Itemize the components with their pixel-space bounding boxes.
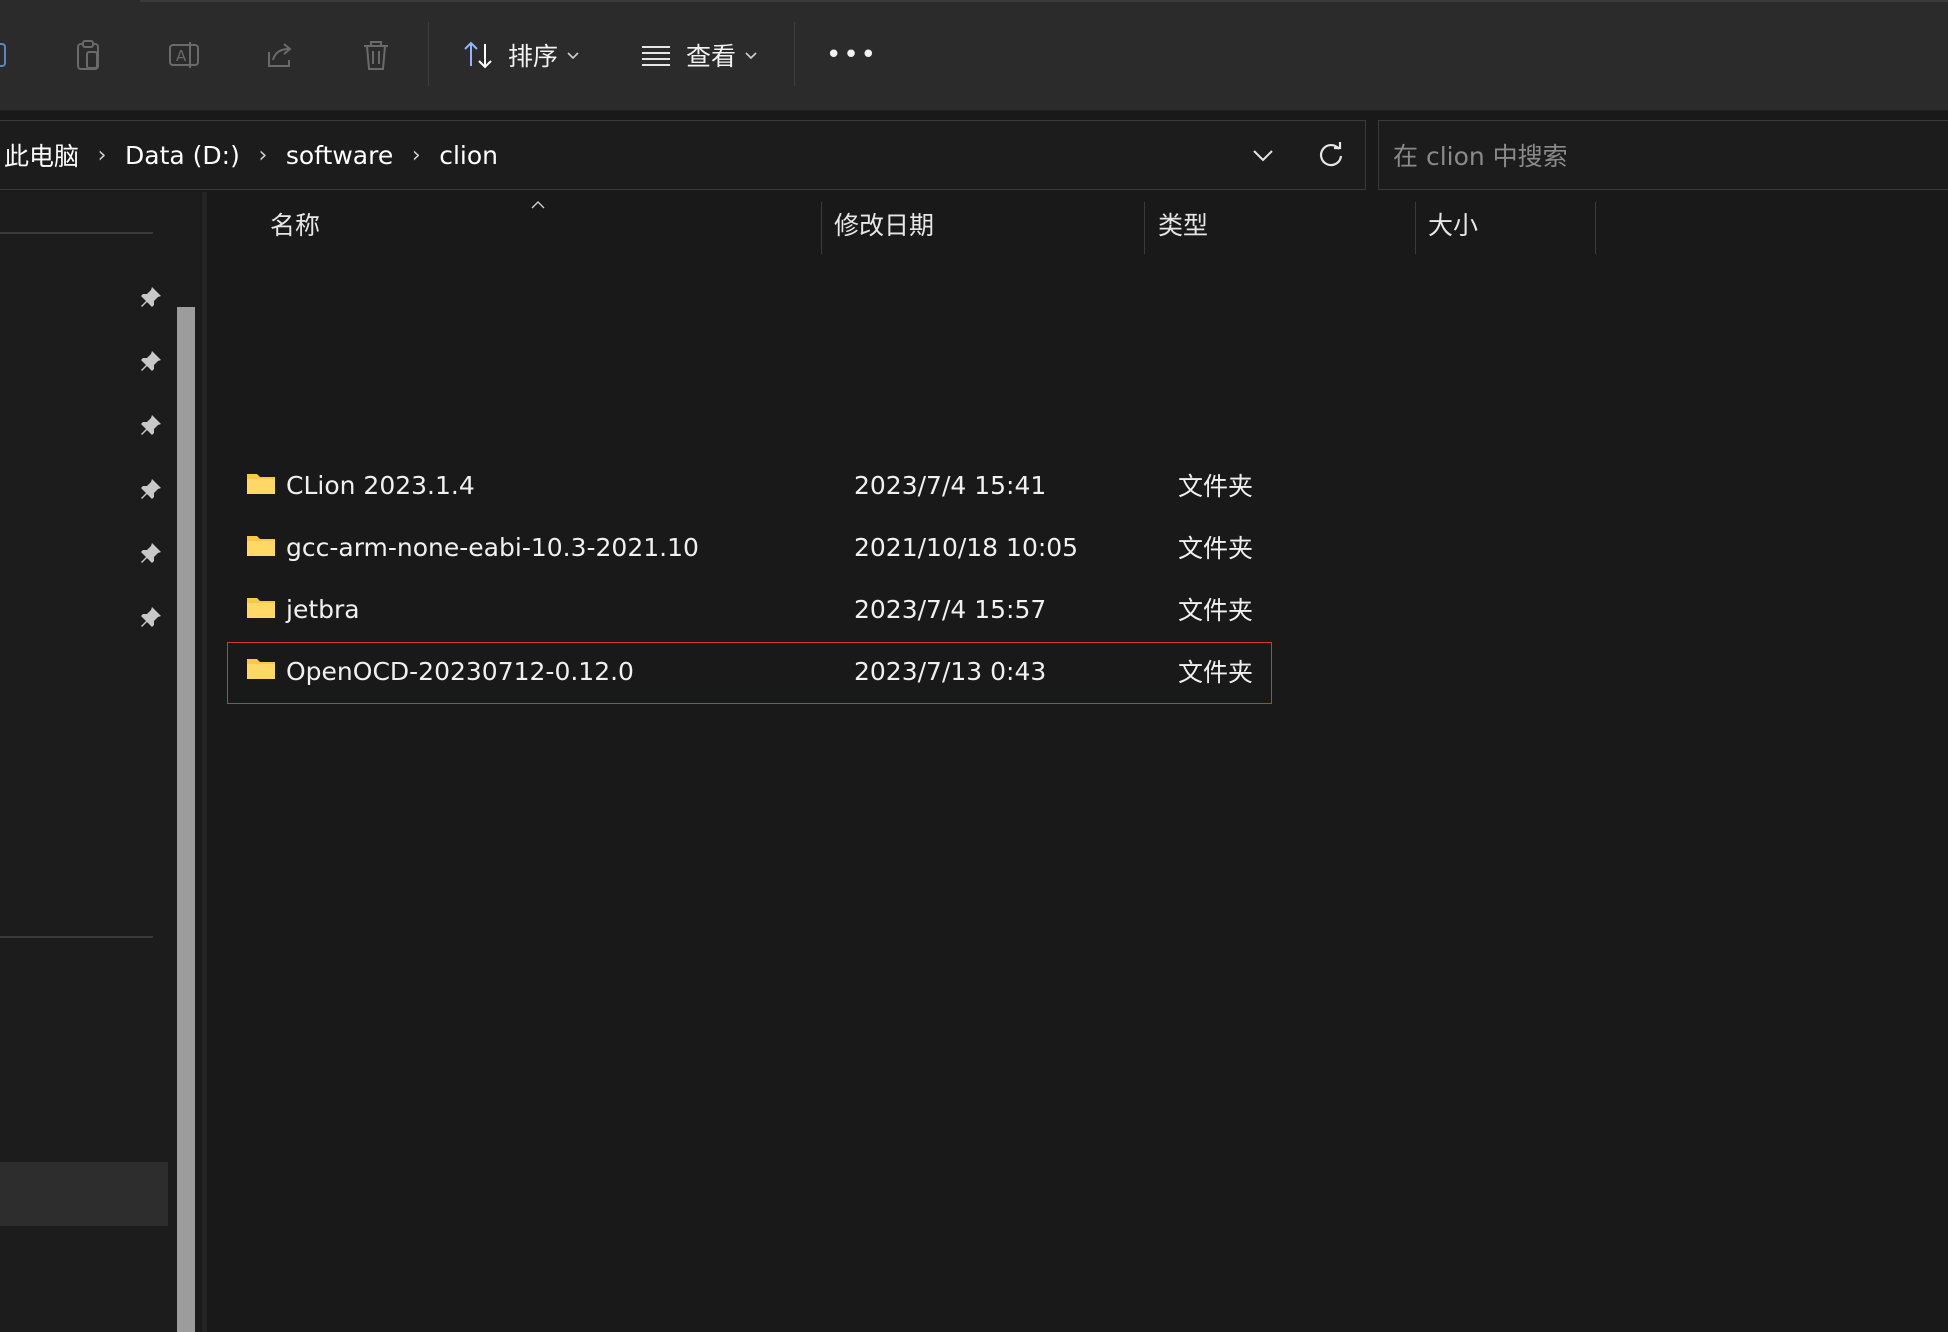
pane-splitter[interactable]: [202, 192, 207, 1332]
file-type: 文件夹: [1178, 596, 1254, 625]
file-modified: 2023/7/4 15:41: [854, 470, 1047, 500]
file-name: jetbra: [286, 594, 360, 624]
pin-icon[interactable]: [136, 410, 166, 440]
more-icon: •••: [826, 40, 879, 70]
partial-icon[interactable]: [0, 35, 18, 75]
sort-icon: [458, 35, 498, 75]
column-type[interactable]: 类型: [1158, 192, 1208, 256]
chevron-down-icon: [567, 52, 579, 60]
pin-icon[interactable]: [136, 474, 166, 504]
breadcrumb-clion[interactable]: clion: [431, 141, 506, 170]
file-type: 文件夹: [1178, 472, 1254, 501]
search-box[interactable]: [1378, 120, 1948, 190]
folder-icon: [247, 536, 275, 556]
column-divider[interactable]: [821, 202, 822, 254]
pin-icon[interactable]: [136, 602, 166, 632]
file-name: CLion 2023.1.4: [286, 470, 475, 500]
address-bar[interactable]: 此电脑 › Data (D:) › software › clion: [0, 120, 1366, 190]
navigation-pane: [0, 192, 200, 1332]
view-label: 查看: [686, 42, 737, 71]
file-list: 名称 修改日期 类型 大小 CLion 2023.1.4 2023/7/4 15…: [208, 192, 1948, 1332]
breadcrumb-separator-icon[interactable]: ›: [87, 143, 117, 168]
file-name: OpenOCD-20230712-0.12.0: [286, 656, 634, 686]
file-modified: 2023/7/4 15:57: [854, 594, 1047, 624]
file-row[interactable]: gcc-arm-none-eabi-10.3-2021.10 2021/10/1…: [228, 516, 1482, 578]
search-input[interactable]: [1391, 131, 1948, 181]
file-row[interactable]: jetbra 2023/7/4 15:57 文件夹: [228, 578, 1482, 640]
column-modified[interactable]: 修改日期: [834, 192, 934, 256]
view-button[interactable]: 查看: [636, 30, 758, 80]
sort-ascending-icon: [531, 201, 545, 209]
pin-icon[interactable]: [136, 346, 166, 376]
nav-selected-item[interactable]: [0, 1162, 168, 1226]
nav-scrollbar-thumb[interactable]: [177, 307, 195, 1332]
paste-icon[interactable]: [68, 35, 108, 75]
folder-icon: [247, 474, 275, 494]
more-options-button[interactable]: •••: [826, 30, 878, 80]
window-top-edge: [140, 0, 1948, 2]
delete-icon[interactable]: [356, 35, 396, 75]
breadcrumb: 此电脑 › Data (D:) › software › clion: [4, 121, 506, 189]
nav-divider: [0, 232, 153, 234]
breadcrumb-this-pc[interactable]: 此电脑: [4, 137, 87, 173]
column-divider[interactable]: [1144, 202, 1145, 254]
file-type: 文件夹: [1178, 534, 1254, 563]
view-list-icon: [636, 35, 676, 75]
folder-icon: [247, 659, 275, 679]
file-name: gcc-arm-none-eabi-10.3-2021.10: [286, 532, 699, 562]
chevron-down-icon: [1253, 150, 1273, 162]
file-type: 文件夹: [1178, 658, 1254, 687]
sort-label: 排序: [508, 42, 559, 71]
file-row-highlighted[interactable]: OpenOCD-20230712-0.12.0 2023/7/13 0:43 文…: [227, 642, 1272, 704]
column-divider[interactable]: [1415, 202, 1416, 254]
breadcrumb-software[interactable]: software: [278, 141, 401, 170]
column-size[interactable]: 大小: [1428, 192, 1478, 256]
nav-divider: [0, 936, 153, 938]
sort-button[interactable]: 排序: [458, 30, 580, 80]
file-modified: 2021/10/18 10:05: [854, 532, 1079, 562]
breadcrumb-separator-icon[interactable]: ›: [248, 143, 278, 168]
column-divider[interactable]: [1595, 202, 1596, 254]
pin-icon[interactable]: [136, 282, 166, 312]
file-modified: 2023/7/13 0:43: [854, 656, 1047, 686]
file-row[interactable]: CLion 2023.1.4 2023/7/4 15:41 文件夹: [228, 454, 1482, 516]
share-icon[interactable]: [260, 35, 300, 75]
chevron-down-icon: [745, 52, 757, 60]
folder-icon: [247, 598, 275, 618]
breadcrumb-separator-icon[interactable]: ›: [401, 143, 431, 168]
column-name[interactable]: 名称: [270, 192, 320, 256]
svg-text:A: A: [176, 47, 187, 65]
refresh-icon: [1319, 142, 1343, 167]
rename-icon[interactable]: A: [164, 35, 204, 75]
pin-icon[interactable]: [136, 538, 166, 568]
toolbar-separator: [794, 22, 795, 86]
breadcrumb-data-drive[interactable]: Data (D:): [117, 141, 248, 170]
refresh-button[interactable]: [1312, 136, 1350, 174]
address-history-dropdown[interactable]: [1246, 138, 1280, 172]
command-bar: A 排序 查看 •••: [0, 0, 1948, 111]
column-header-row: 名称 修改日期 类型 大小: [208, 192, 1948, 256]
toolbar-separator: [428, 22, 429, 86]
